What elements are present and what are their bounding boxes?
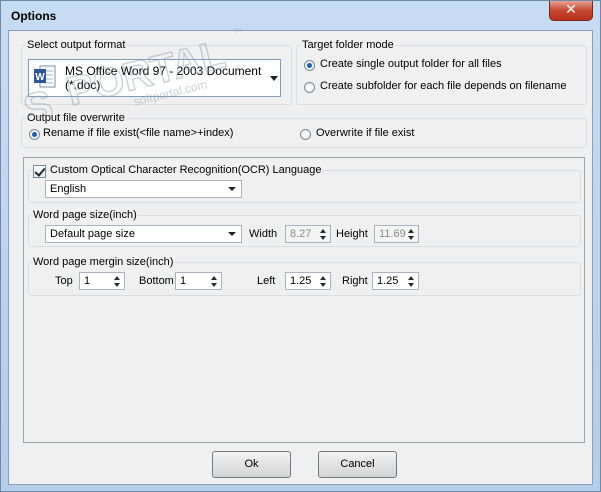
title-bar[interactable]: Options ✕ (1, 1, 600, 29)
word-document-icon: W (34, 65, 56, 88)
output-format-label: Select output format (26, 39, 127, 51)
spin-up-icon[interactable] (211, 276, 217, 280)
settings-panel: Custom Optical Character Recognition(OCR… (23, 157, 585, 443)
spin-up-icon[interactable] (408, 229, 414, 233)
ocr-language-value: English (50, 183, 87, 195)
page-size-label: Word page size(inch) (32, 209, 138, 221)
spin-up-icon[interactable] (114, 276, 120, 280)
right-margin-value: 1.25 (377, 275, 399, 287)
right-margin-label: Right (342, 275, 368, 287)
width-value: 8.27 (290, 228, 312, 240)
output-format-extension: (*.doc) (65, 78, 101, 92)
overwrite-option-label[interactable]: Overwrite if file exist (316, 127, 414, 139)
close-button[interactable]: ✕ (549, 1, 593, 21)
width-stepper[interactable]: 8.27 (285, 225, 331, 243)
spin-up-icon[interactable] (320, 229, 326, 233)
margin-label: Word page mergin size(inch) (32, 256, 175, 268)
cancel-button[interactable]: Cancel (318, 451, 397, 478)
output-format-text: MS Office Word 97 - 2003 Document (*.doc… (65, 64, 261, 92)
output-format-select[interactable]: W MS Office Word 97 - 2003 Document (*.d… (28, 59, 281, 97)
subfolder-label[interactable]: Create subfolder for each file depends o… (320, 80, 566, 92)
overwrite-radio[interactable] (300, 129, 311, 140)
page-size-value: Default page size (50, 228, 135, 240)
right-margin-stepper[interactable]: 1.25 (372, 272, 419, 290)
ok-button[interactable]: Ok (212, 451, 291, 478)
single-folder-label[interactable]: Create single output folder for all file… (320, 58, 502, 70)
spin-down-icon[interactable] (320, 283, 326, 287)
bottom-margin-label: Bottom (139, 275, 174, 287)
output-format-group: Select output format W MS Office Word 97… (21, 39, 292, 105)
chevron-down-icon (228, 187, 236, 191)
bottom-margin-value: 1 (180, 275, 187, 287)
chevron-down-icon (228, 232, 236, 236)
spin-down-icon[interactable] (408, 283, 414, 287)
left-margin-stepper[interactable]: 1.25 (285, 272, 331, 290)
margin-group: Word page mergin size(inch) Top 1 Bottom… (28, 256, 581, 296)
target-folder-group: Target folder mode Create single output … (296, 39, 587, 105)
spin-down-icon[interactable] (114, 283, 120, 287)
dialog-body: Select output format W MS Office Word 97… (8, 30, 593, 485)
left-margin-value: 1.25 (290, 275, 312, 287)
spin-down-icon[interactable] (211, 283, 217, 287)
height-stepper[interactable]: 11.69 (374, 225, 419, 243)
top-margin-label: Top (55, 275, 73, 287)
height-value: 11.69 (379, 228, 406, 240)
page-size-select[interactable]: Default page size (45, 225, 242, 243)
window-title: Options (11, 9, 57, 23)
spin-up-icon[interactable] (408, 276, 414, 280)
rename-label[interactable]: Rename if file exist(<file name>+index) (43, 127, 233, 139)
ocr-language-select[interactable]: English (45, 180, 242, 198)
top-margin-stepper[interactable]: 1 (79, 272, 125, 290)
overwrite-label: Output file overwrite (26, 112, 126, 124)
left-margin-label: Left (257, 275, 276, 287)
ocr-group: Custom Optical Character Recognition(OCR… (28, 164, 581, 203)
options-window: Options ✕ Select output format W MS Offi… (0, 0, 601, 492)
height-label: Height (336, 228, 368, 240)
output-format-name: MS Office Word 97 - 2003 Document (65, 64, 262, 78)
spin-up-icon[interactable] (320, 276, 326, 280)
chevron-down-icon[interactable] (269, 73, 279, 83)
ocr-checkbox-label[interactable]: Custom Optical Character Recognition(OCR… (49, 164, 323, 176)
target-folder-label: Target folder mode (301, 39, 395, 51)
spin-down-icon[interactable] (320, 236, 326, 240)
overwrite-group: Output file overwrite Rename if file exi… (21, 112, 587, 148)
subfolder-radio[interactable] (304, 82, 315, 93)
single-folder-radio[interactable] (304, 60, 315, 71)
bottom-margin-stepper[interactable]: 1 (175, 272, 222, 290)
svg-text:W: W (35, 72, 45, 83)
spin-down-icon[interactable] (408, 236, 414, 240)
width-label: Width (249, 228, 278, 240)
top-margin-value: 1 (84, 275, 91, 287)
rename-radio[interactable] (29, 129, 40, 140)
page-size-group: Word page size(inch) Default page size W… (28, 209, 581, 247)
ocr-checkbox[interactable] (33, 165, 46, 178)
